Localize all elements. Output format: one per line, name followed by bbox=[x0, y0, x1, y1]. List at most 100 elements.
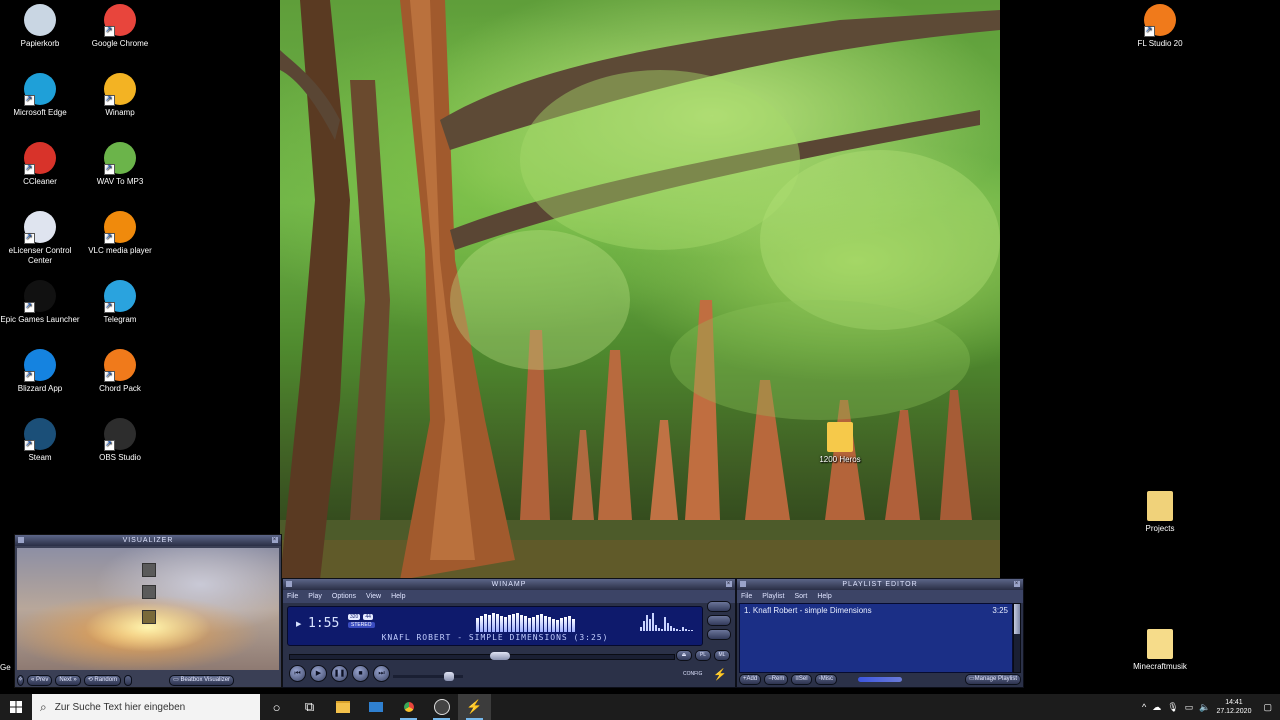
chrome-taskbar-icon[interactable] bbox=[392, 694, 425, 720]
desktop-icon-microsoft-edge[interactable]: Microsoft Edge bbox=[0, 73, 80, 118]
cortana-icon[interactable]: ○ bbox=[260, 694, 293, 720]
microphone-icon[interactable]: 🎙 bbox=[1167, 702, 1178, 713]
network-icon[interactable]: ▭ bbox=[1185, 702, 1194, 713]
playlist-close-button[interactable]: × bbox=[1014, 581, 1020, 587]
config-label[interactable]: CONFIG bbox=[683, 671, 702, 677]
playlist-mini-progress[interactable] bbox=[858, 677, 903, 682]
winamp-visualizer-window[interactable]: VISUALIZER × ✧ « Prev Next » ⟲ Random ▭ … bbox=[14, 534, 282, 688]
winamp-menubar: File Play Options View Help bbox=[283, 590, 735, 603]
clock[interactable]: 14:41 27.12.2020 bbox=[1216, 698, 1251, 716]
visualizer-menu-icon[interactable] bbox=[18, 537, 24, 543]
vu-bar bbox=[679, 630, 681, 631]
task-view-icon[interactable]: ⧉ bbox=[293, 694, 326, 720]
playlist-scrollbar[interactable] bbox=[1013, 603, 1021, 673]
playlist-add-button[interactable]: +Add bbox=[739, 674, 762, 685]
desktop-icon-obs-studio[interactable]: OBS Studio bbox=[80, 418, 160, 463]
visualizer-close-button[interactable]: × bbox=[272, 537, 278, 543]
start-button[interactable] bbox=[0, 694, 32, 720]
desktop-icon-fl-studio-20[interactable]: FL Studio 20 bbox=[1120, 4, 1200, 49]
desktop-icon-epic-games-launcher[interactable]: Epic Games Launcher bbox=[0, 280, 80, 325]
desktop-icon-1200-heros[interactable]: 1200 Heros bbox=[800, 422, 880, 465]
winamp-menu-help[interactable]: Help bbox=[391, 590, 405, 603]
playlist-menu-icon[interactable] bbox=[740, 581, 746, 587]
playlist-menu-sort[interactable]: Sort bbox=[794, 590, 807, 603]
winamp-shuffle-button[interactable] bbox=[707, 615, 731, 626]
playlist-menu-playlist[interactable]: Playlist bbox=[762, 590, 784, 603]
open-file-button[interactable]: ⏏ bbox=[676, 650, 692, 661]
visualizer-fullscreen-button[interactable] bbox=[124, 674, 133, 686]
visualizer-random-button[interactable]: ⟲ Random bbox=[83, 674, 122, 686]
desktop-icon-blizzard-app[interactable]: Blizzard App bbox=[0, 349, 80, 394]
desktop-icon-google-chrome[interactable]: Google Chrome bbox=[80, 4, 160, 49]
desktop-icon-papierkorb[interactable]: Papierkorb bbox=[0, 4, 80, 49]
manage-playlist-button[interactable]: ▭Manage Playlist bbox=[964, 674, 1021, 685]
playlist-misc-button[interactable]: ◦Misc bbox=[814, 674, 838, 685]
winamp-logo-icon[interactable]: ⚡ bbox=[713, 669, 727, 681]
obs-taskbar-icon[interactable] bbox=[425, 694, 458, 720]
desktop-icon-ccleaner[interactable]: CCleaner bbox=[0, 142, 80, 187]
visualizer-title: VISUALIZER bbox=[122, 537, 174, 544]
playlist-select-button[interactable]: ≡Sel bbox=[791, 674, 812, 685]
onedrive-icon[interactable]: ☁ bbox=[1152, 702, 1161, 713]
desktop-icon-chord-pack[interactable]: Chord Pack bbox=[80, 349, 160, 394]
playlist-remove-button[interactable]: −Rem bbox=[764, 674, 789, 685]
visualizer-next-button[interactable]: Next » bbox=[55, 674, 81, 686]
desktop-icon-winamp[interactable]: Winamp bbox=[80, 73, 160, 118]
playlist-editor-window[interactable]: PLAYLIST EDITOR × File Playlist Sort Hel… bbox=[736, 578, 1024, 688]
winamp-main-window[interactable]: WINAMP × File Play Options View Help ▶ 1… bbox=[282, 578, 736, 688]
mail-icon[interactable] bbox=[359, 694, 392, 720]
spectrum-analyzer[interactable] bbox=[476, 612, 586, 632]
next-icon[interactable]: ⏭ bbox=[373, 665, 390, 682]
playlist-select-label: Sel bbox=[798, 676, 808, 682]
volume-thumb[interactable] bbox=[444, 672, 454, 681]
playlist-toggle-button[interactable]: PL bbox=[695, 650, 711, 661]
winamp-close-button[interactable]: × bbox=[726, 581, 732, 587]
visualizer-preset-button[interactable]: ▭ Beatbox Visualizer bbox=[169, 674, 235, 686]
list-item[interactable]: 1. Knafl Robert - simple Dimensions 3:25 bbox=[740, 604, 1012, 617]
volume-icon[interactable]: 🔈 bbox=[1199, 702, 1210, 713]
winamp-eject-button[interactable] bbox=[707, 601, 731, 612]
volume-slider[interactable] bbox=[393, 672, 463, 681]
notifications-icon[interactable]: ▢ bbox=[1263, 702, 1272, 713]
desktop-icon-minecraftmusik[interactable]: Minecraftmusik bbox=[1120, 629, 1200, 672]
previous-icon[interactable]: ⏮ bbox=[289, 665, 306, 682]
stereo-indicator: STEREO bbox=[348, 622, 375, 628]
shortcut-arrow-icon bbox=[104, 370, 115, 382]
seek-thumb[interactable] bbox=[490, 652, 511, 660]
winamp-titlebar[interactable]: WINAMP × bbox=[283, 579, 735, 590]
desktop-icon-wav-to-mp3[interactable]: WAV To MP3 bbox=[80, 142, 160, 187]
seek-bar[interactable] bbox=[289, 652, 675, 660]
file-explorer-icon[interactable] bbox=[326, 694, 359, 720]
playlist-scroll-thumb[interactable] bbox=[1014, 604, 1020, 634]
winamp-taskbar-icon[interactable]: ⚡ bbox=[458, 694, 491, 720]
stop-icon[interactable]: ■ bbox=[352, 665, 369, 682]
playlist-menu-file[interactable]: File bbox=[741, 590, 752, 603]
bitrate-info: 320 44 bbox=[348, 614, 373, 620]
play-icon[interactable]: ▶ bbox=[310, 665, 327, 682]
desktop-icon-steam[interactable]: Steam bbox=[0, 418, 80, 463]
desktop-icon-projects[interactable]: Projects bbox=[1120, 491, 1200, 534]
desktop-icon-elicenser-control-center[interactable]: eLicenser Control Center bbox=[0, 211, 80, 266]
winamp-title: WINAMP bbox=[491, 581, 527, 588]
spectrum-bar bbox=[476, 618, 479, 632]
playlist-menu-help[interactable]: Help bbox=[817, 590, 831, 603]
winamp-repeat-button[interactable] bbox=[707, 629, 731, 640]
winamp-menu-view[interactable]: View bbox=[366, 590, 381, 603]
media-library-toggle-button[interactable]: ML bbox=[714, 650, 730, 661]
visualizer-prev-button[interactable]: « Prev bbox=[27, 674, 53, 686]
spectrum-bar bbox=[508, 615, 511, 632]
playback-time[interactable]: 1:55 bbox=[308, 616, 339, 631]
taskbar-search-box[interactable]: ⌕ Zur Suche Text hier eingeben bbox=[32, 694, 260, 720]
desktop-icon-vlc-media-player[interactable]: VLC media player bbox=[80, 211, 160, 256]
desktop-icon-telegram[interactable]: Telegram bbox=[80, 280, 160, 325]
tray-expand-icon[interactable]: ^ bbox=[1142, 702, 1146, 712]
winamp-menu-icon[interactable] bbox=[286, 581, 292, 587]
winamp-menu-file[interactable]: File bbox=[287, 590, 298, 603]
playlist-titlebar[interactable]: PLAYLIST EDITOR × bbox=[737, 579, 1023, 590]
pause-icon[interactable]: ❚❚ bbox=[331, 665, 348, 682]
winamp-menu-play[interactable]: Play bbox=[308, 590, 322, 603]
visualizer-options-icon[interactable]: ✧ bbox=[17, 674, 24, 686]
playlist-track-title: 1. Knafl Robert - simple Dimensions bbox=[744, 606, 872, 615]
visualizer-titlebar[interactable]: VISUALIZER × bbox=[15, 535, 281, 546]
winamp-menu-options[interactable]: Options bbox=[332, 590, 356, 603]
